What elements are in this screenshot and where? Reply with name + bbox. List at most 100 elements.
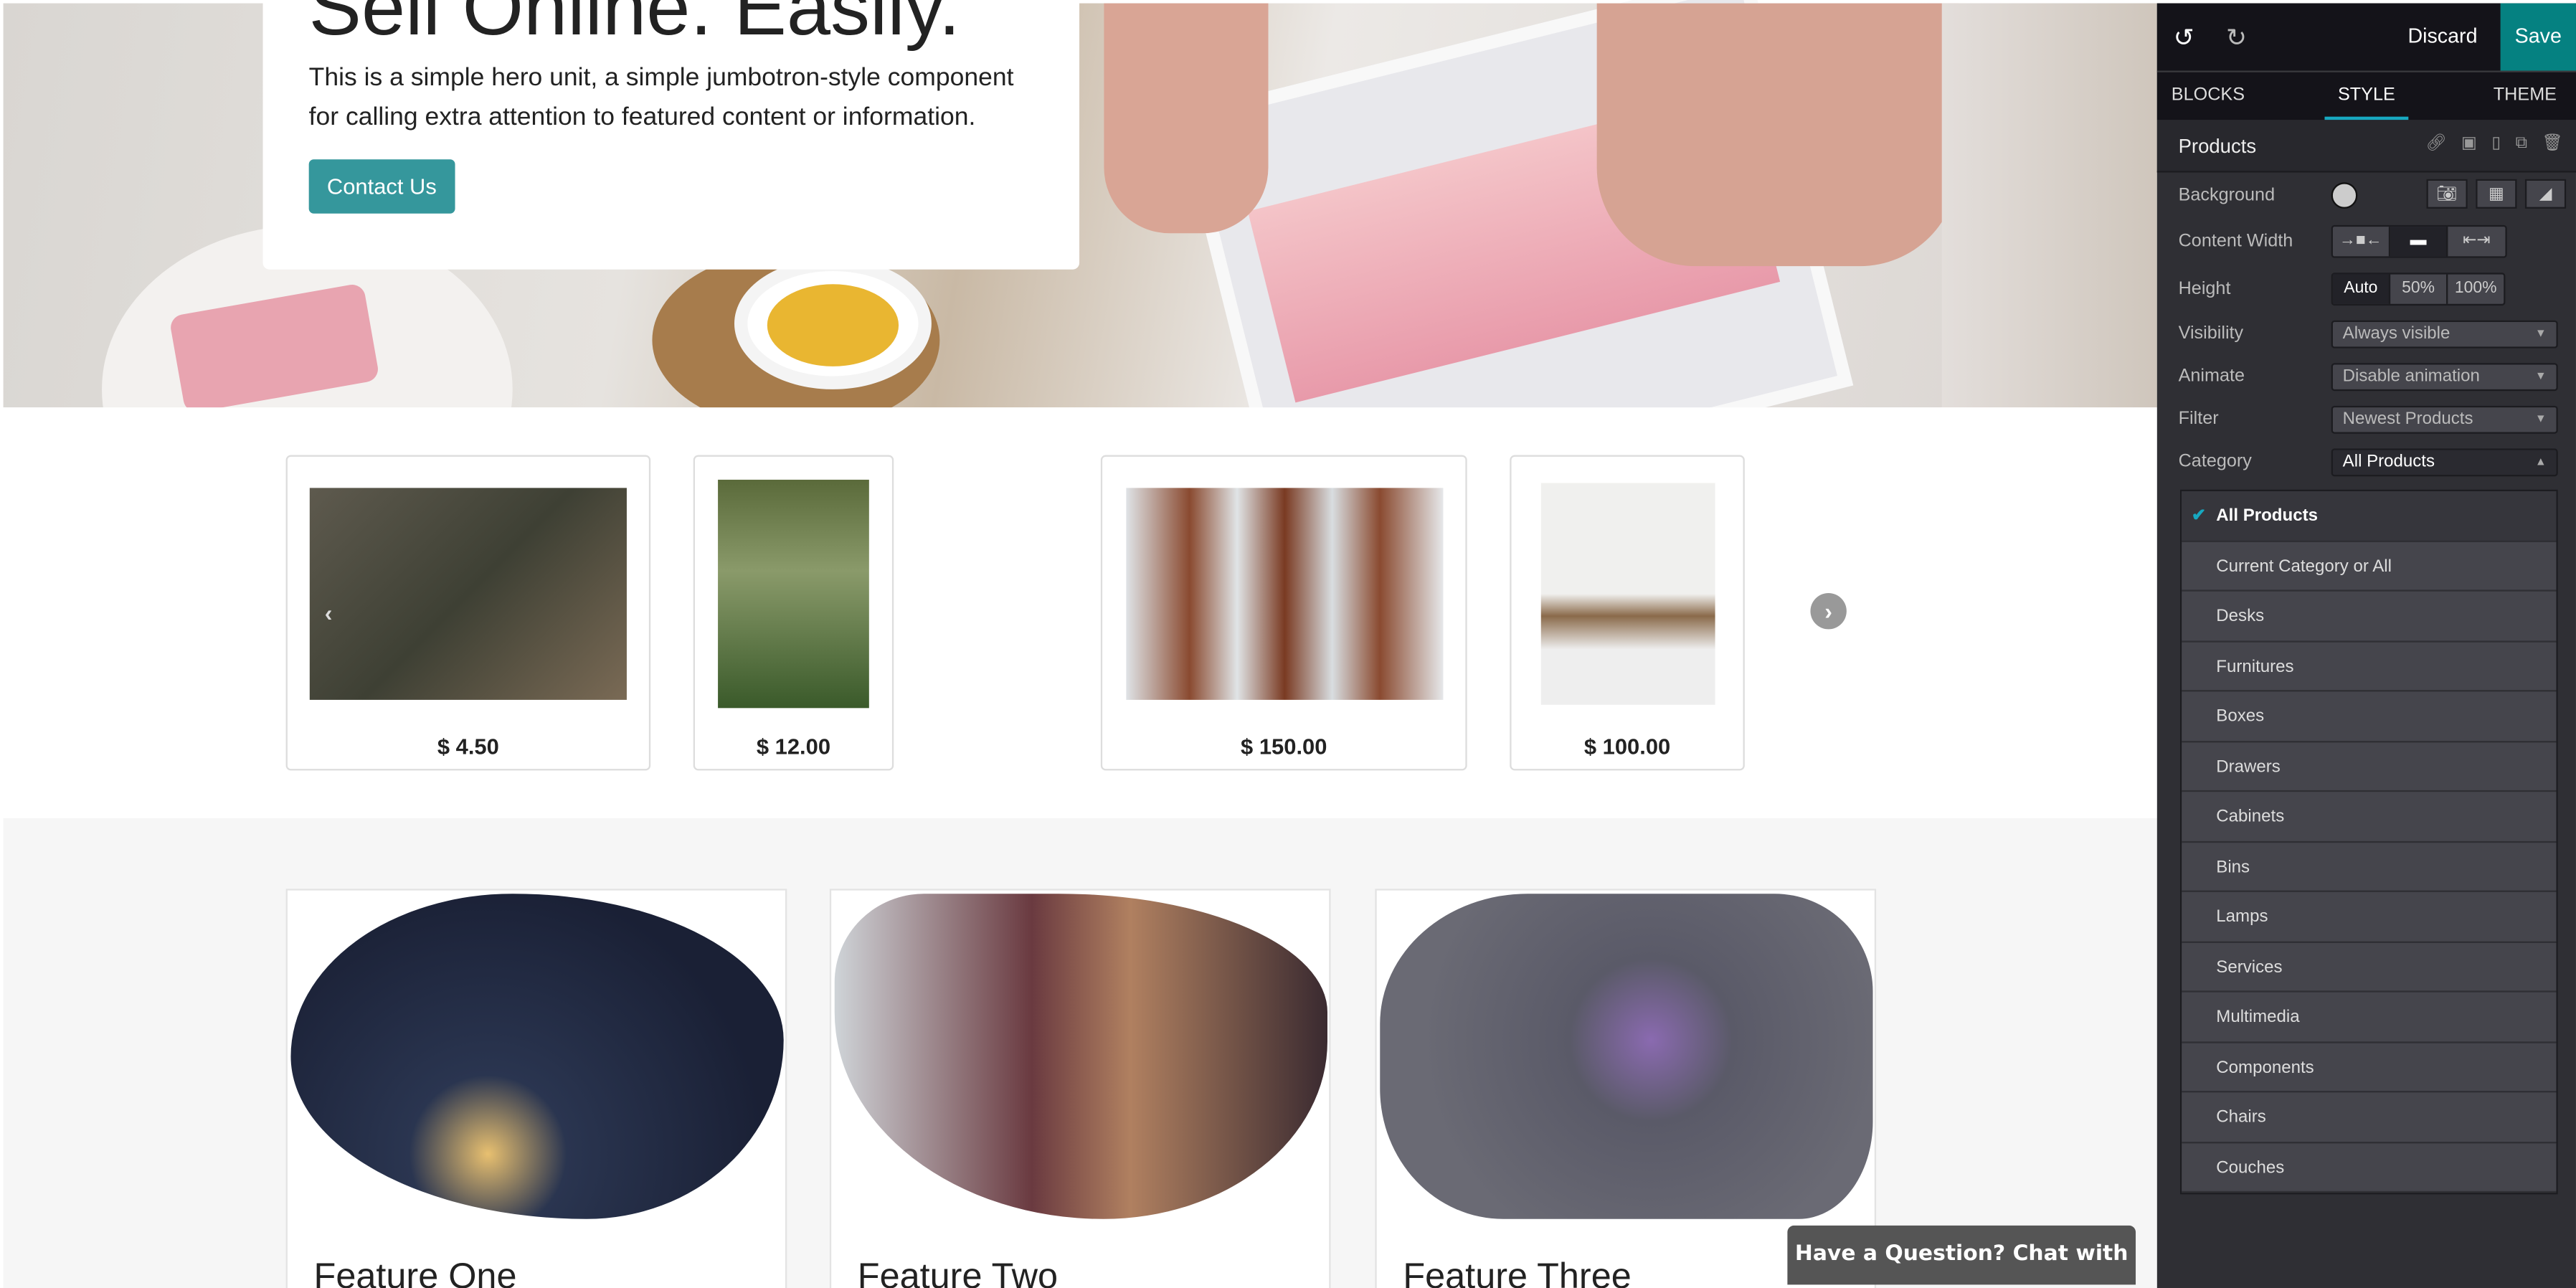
- link-icon[interactable]: 🔗︎: [2425, 135, 2446, 153]
- hand-image: [1596, 3, 1959, 267]
- product-price: $ 150.00: [1241, 734, 1327, 759]
- discard-button[interactable]: Discard: [2407, 4, 2477, 71]
- live-chat-button[interactable]: Have a Question? Chat with us.: [1787, 1225, 2136, 1285]
- product-image: [1540, 483, 1715, 705]
- category-option[interactable]: Furnitures: [2182, 642, 2557, 692]
- category-option-label: Lamps: [2216, 906, 2268, 927]
- content-width-label: Content Width: [2178, 232, 2293, 252]
- tea-cup-image: [734, 257, 932, 389]
- tab-theme[interactable]: THEME: [2474, 72, 2576, 120]
- duplicate-icon[interactable]: ⧉: [2516, 135, 2527, 153]
- category-option-label: Components: [2216, 1057, 2314, 1077]
- height-auto-button[interactable]: Auto: [2332, 274, 2391, 304]
- page: Sell Online. Easily. This is a simple he…: [0, 0, 2576, 1288]
- tab-blocks[interactable]: BLOCKS: [2157, 72, 2259, 120]
- feature-image: [290, 894, 784, 1219]
- editor-topbar: ↺ ↻ Discard Save: [2156, 3, 2576, 71]
- feature-title: Feature One: [313, 1255, 517, 1288]
- hero-title: Sell Online. Easily.: [308, 0, 961, 53]
- category-option[interactable]: Couches: [2182, 1142, 2557, 1193]
- product-image: [1125, 488, 1443, 700]
- tab-style[interactable]: STYLE: [2324, 72, 2409, 120]
- filter-select[interactable]: Newest Products ▼: [2331, 405, 2558, 434]
- category-option[interactable]: Cabinets: [2182, 792, 2557, 843]
- chevron-right-icon[interactable]: ›: [1810, 592, 1847, 630]
- chevron-left-icon[interactable]: ‹: [311, 595, 346, 630]
- gradient-icon[interactable]: ◢: [2524, 179, 2567, 209]
- animate-label: Animate: [2178, 366, 2245, 387]
- feature-card: Feature Two: [829, 889, 1331, 1288]
- feature-image: [834, 894, 1327, 1219]
- features-section: Feature One Feature Two Feature Three: [3, 818, 2157, 1288]
- contact-us-button[interactable]: Contact Us: [308, 159, 455, 214]
- normal-width-icon[interactable]: ▬: [2390, 227, 2448, 257]
- hero-card: Sell Online. Easily. This is a simple he…: [262, 0, 1080, 270]
- trash-icon[interactable]: 🗑︎: [2542, 135, 2563, 153]
- redo-icon[interactable]: ↻: [2226, 23, 2247, 52]
- visibility-select[interactable]: Always visible ▼: [2331, 320, 2558, 349]
- full-width-icon[interactable]: ⇤⇥: [2448, 227, 2505, 256]
- save-button[interactable]: Save: [2500, 3, 2576, 71]
- filter-value: Newest Products: [2342, 409, 2473, 429]
- background-label: Background: [2178, 185, 2276, 206]
- category-option-label: Furnitures: [2216, 656, 2294, 676]
- height-100-button[interactable]: 100%: [2448, 275, 2504, 304]
- feature-card: Feature One: [285, 889, 787, 1288]
- category-option-label: Couches: [2216, 1157, 2285, 1178]
- category-option-label: Boxes: [2216, 706, 2265, 726]
- category-option-label: Bins: [2216, 856, 2250, 877]
- height-50-button[interactable]: 50%: [2390, 274, 2448, 304]
- category-option[interactable]: Desks: [2182, 592, 2557, 642]
- section-title: Products: [2178, 134, 2257, 158]
- category-value: All Products: [2342, 451, 2435, 472]
- category-option-label: Chairs: [2216, 1107, 2266, 1127]
- background-color-swatch[interactable]: [2331, 182, 2358, 209]
- feature-title: Feature Two: [857, 1255, 1059, 1288]
- product-card[interactable]: $ 150.00: [1100, 455, 1467, 771]
- editor-tabs: BLOCKS STYLE THEME: [2156, 70, 2576, 120]
- category-option-label: Current Category or All: [2216, 556, 2392, 576]
- category-option[interactable]: ✔ All Products: [2182, 491, 2557, 541]
- caret-down-icon: ▼: [2534, 371, 2547, 383]
- hand-image: [1104, 3, 1269, 234]
- product-image: [309, 488, 627, 700]
- category-option-label: Desks: [2216, 606, 2265, 626]
- product-price: $ 100.00: [1583, 734, 1671, 759]
- category-option[interactable]: Multimedia: [2182, 993, 2557, 1043]
- visibility-label: Visibility: [2178, 323, 2244, 344]
- products-carousel: $ 4.50 ‹ $ 12.00 $ 150.00 $ 100.00 ›: [3, 407, 2157, 818]
- category-option[interactable]: Drawers: [2182, 742, 2557, 792]
- category-option[interactable]: Components: [2182, 1043, 2557, 1093]
- category-option-label: Services: [2216, 957, 2283, 977]
- camera-icon[interactable]: 📷︎: [2426, 179, 2468, 209]
- product-card[interactable]: $ 12.00: [693, 455, 894, 771]
- undo-icon[interactable]: ↺: [2174, 23, 2194, 52]
- category-option[interactable]: Current Category or All: [2182, 541, 2557, 592]
- save-block-icon[interactable]: ▣: [2461, 135, 2477, 153]
- product-card[interactable]: $ 100.00: [1510, 455, 1745, 771]
- category-dropdown: ✔ All Products Current Category or All Desk…: [2179, 489, 2558, 1195]
- section-header: Products 🔗︎ ▣ ▯ ⧉ 🗑︎: [2156, 120, 2576, 173]
- category-option[interactable]: Bins: [2182, 842, 2557, 892]
- category-option[interactable]: Chairs: [2182, 1092, 2557, 1143]
- product-price: $ 12.00: [756, 734, 831, 759]
- product-price: $ 4.50: [437, 734, 499, 759]
- category-option-label: All Products: [2216, 506, 2318, 526]
- category-option[interactable]: Boxes: [2182, 691, 2557, 742]
- mobile-icon[interactable]: ▯: [2491, 135, 2501, 153]
- category-option[interactable]: Lamps: [2182, 892, 2557, 942]
- product-image: [718, 479, 869, 709]
- wood-background: [1941, 3, 2157, 408]
- caret-up-icon: ▲: [2534, 456, 2547, 468]
- hero-description: This is a simple hero unit, a simple jum…: [308, 64, 1014, 132]
- category-select[interactable]: All Products ▲: [2331, 448, 2558, 477]
- filter-label: Filter: [2178, 409, 2219, 429]
- category-option-label: Cabinets: [2216, 806, 2285, 827]
- category-option-label: Multimedia: [2216, 1007, 2300, 1027]
- height-label: Height: [2178, 279, 2231, 299]
- animate-select[interactable]: Disable animation ▼: [2331, 363, 2558, 392]
- video-icon[interactable]: ▦: [2476, 179, 2517, 209]
- category-option[interactable]: Services: [2182, 942, 2557, 993]
- feature-title: Feature Three: [1403, 1255, 1632, 1288]
- narrow-width-icon[interactable]: →■←: [2333, 227, 2391, 257]
